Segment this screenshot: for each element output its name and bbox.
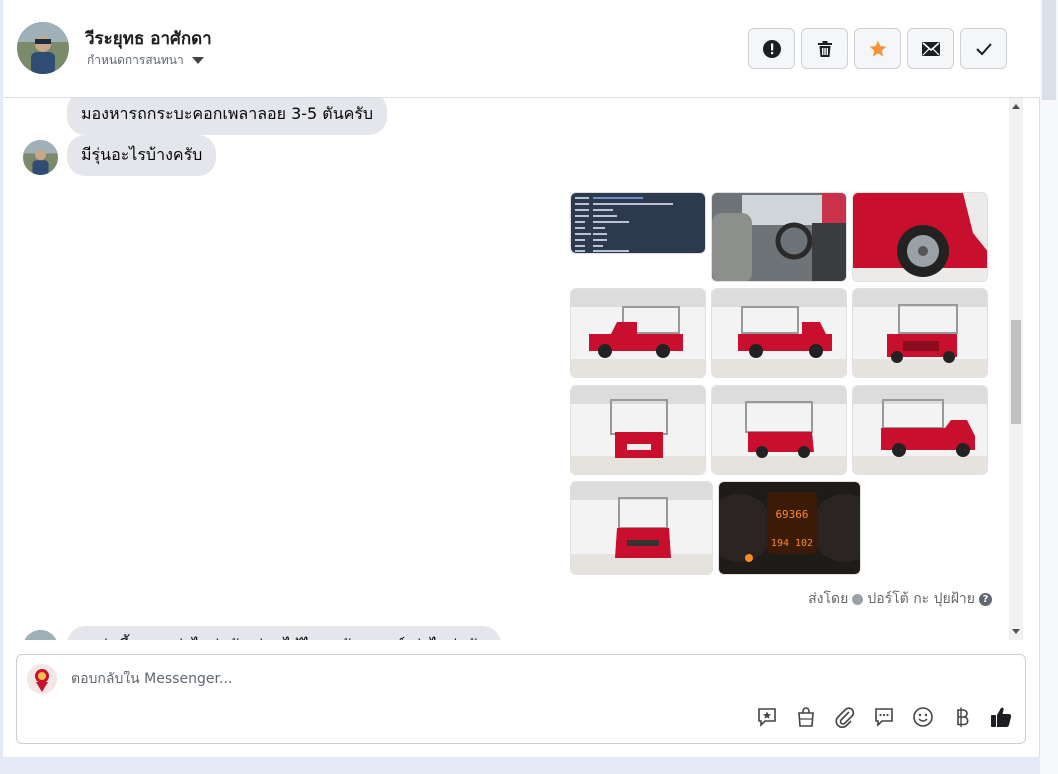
sent-by-line: ส่งโดย ปอร์โต้ กะ ปุยฝ้าย ? <box>808 588 992 610</box>
comment-button[interactable] <box>872 705 896 729</box>
chevron-down-icon <box>191 57 204 64</box>
photo-spec-sheet[interactable] <box>570 192 706 254</box>
photo-wheel-closeup[interactable] <box>852 192 988 282</box>
help-icon[interactable]: ? <box>979 592 992 606</box>
delete-button[interactable] <box>801 28 848 69</box>
photo-odometer[interactable]: 69366 194 102 <box>718 481 861 575</box>
conversation-panel: วีระยุทธ อาศักดา กำหนดการสนทนา มองหารถกร <box>3 0 1040 757</box>
conversation-header: วีระยุทธ อาศักดา กำหนดการสนทนา <box>3 0 1040 98</box>
sent-by-name[interactable]: ปอร์โต้ กะ ปุยฝ้าย <box>867 588 975 610</box>
assign-label: กำหนดการสนทนา <box>87 53 184 67</box>
shop-button[interactable] <box>794 705 818 729</box>
sent-by-prefix: ส่งโดย <box>808 591 849 607</box>
photo-truck-front-angle[interactable] <box>852 385 988 475</box>
page-badge-icon <box>852 593 864 605</box>
composer-toolbar <box>755 705 1013 729</box>
message-bubble: รถรุ่นนี้ราคาเท่าไหร่ครับ ผ่อนได้ไหมครับ… <box>67 626 501 640</box>
scroll-down-icon[interactable] <box>1012 629 1020 634</box>
message-bubble: มองหารถกระบะคอกเพลาลอย 3-5 ตันครับ <box>67 98 388 135</box>
attach-button[interactable] <box>833 705 857 729</box>
message-bubble: มีรุ่นอะไรบ้างครับ <box>67 135 217 176</box>
odometer-reading: 69366 <box>775 508 808 521</box>
reply-input[interactable] <box>71 671 871 687</box>
contact-name: วีระยุทธ อาศักดา <box>85 29 212 49</box>
customer-avatar <box>23 630 58 640</box>
attachment-icon <box>835 707 855 728</box>
like-button[interactable] <box>989 705 1013 729</box>
scroll-up-icon[interactable] <box>1012 104 1020 109</box>
customer-avatar <box>23 140 58 175</box>
reply-composer <box>16 654 1026 744</box>
assign-conversation-dropdown[interactable]: กำหนดการสนทนา <box>87 51 204 70</box>
saved-reply-button[interactable] <box>755 705 779 729</box>
emoji-icon <box>913 707 933 727</box>
envelope-icon <box>921 41 940 56</box>
star-icon <box>869 40 886 56</box>
photo-truck-rear-left[interactable] <box>711 385 847 475</box>
trip-reading: 194 102 <box>771 538 813 549</box>
comment-icon <box>875 708 893 727</box>
trash-icon <box>817 40 832 57</box>
mark-done-button[interactable] <box>960 28 1007 69</box>
conversation-actions <box>748 28 1007 69</box>
shop-bag-icon <box>798 707 814 727</box>
photo-truck-rear[interactable] <box>570 385 706 475</box>
photo-truck-side[interactable] <box>570 288 706 378</box>
page-avatar <box>27 664 57 694</box>
photo-truck-rear-side[interactable] <box>711 288 847 378</box>
follow-up-button[interactable] <box>854 28 901 69</box>
mark-spam-button[interactable] <box>748 28 795 69</box>
photo-truck-front[interactable] <box>570 481 713 575</box>
photo-interior[interactable] <box>711 192 847 282</box>
check-icon <box>975 42 992 55</box>
page-scrollbar[interactable] <box>1040 0 1058 774</box>
photo-truck-rear-angle[interactable] <box>852 288 988 378</box>
message-list[interactable]: มองหารถกระบะคอกเพลาลอย 3-5 ตันครับ มีรุ่… <box>3 98 1040 640</box>
scroll-thumb[interactable] <box>1011 320 1021 424</box>
saved-reply-icon <box>758 708 776 727</box>
contact-avatar[interactable] <box>17 22 69 74</box>
page-scroll-thumb[interactable] <box>1042 0 1056 100</box>
emoji-button[interactable] <box>911 705 935 729</box>
mark-unread-button[interactable] <box>907 28 954 69</box>
spam-icon <box>762 39 781 58</box>
payment-button[interactable] <box>950 705 974 729</box>
baht-icon <box>957 707 969 727</box>
like-icon <box>991 707 1012 727</box>
message-scrollbar[interactable] <box>1009 98 1023 640</box>
